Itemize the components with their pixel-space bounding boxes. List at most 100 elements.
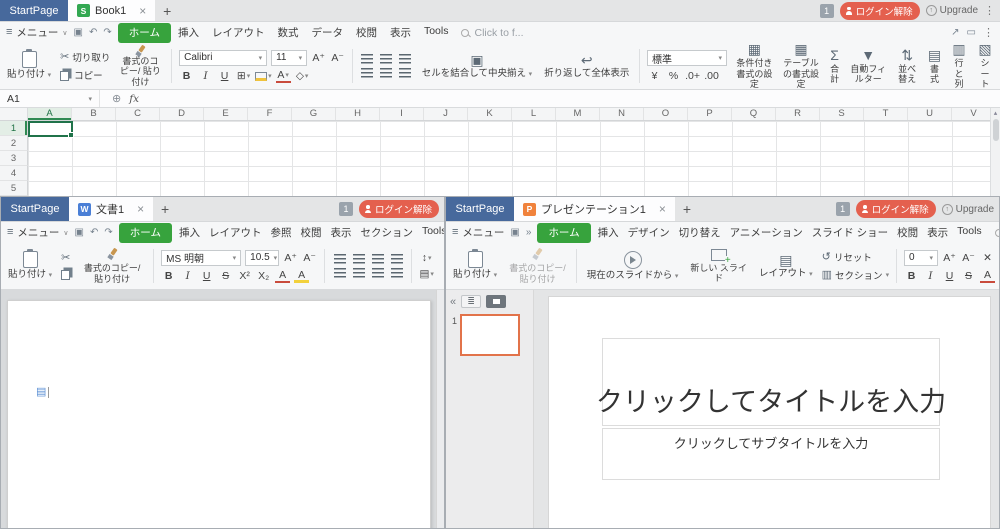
presentation-document-tab[interactable]: P プレゼンテーション1 × <box>514 197 675 221</box>
slide-list-item[interactable]: 1 <box>446 312 533 356</box>
number-format-button[interactable]: % <box>666 70 681 82</box>
select-all-corner[interactable] <box>0 108 28 120</box>
column-header[interactable]: O <box>644 108 688 120</box>
decrease-font-button[interactable]: A⁻ <box>330 52 345 64</box>
format-painter-button[interactable]: 書式のコピー/ 貼り付け <box>78 245 146 287</box>
close-tab-icon[interactable]: × <box>137 202 144 216</box>
cell-style-button[interactable]: ◇▾ <box>295 70 310 82</box>
slide-canvas[interactable]: クリックしてタイトルを入力 クリックしてサブタイトルを入力 <box>548 296 991 529</box>
font-color-button[interactable]: A▾ <box>276 70 291 83</box>
ribbon-tab[interactable]: 参照 <box>269 223 292 242</box>
logout-badge[interactable]: ログイン解除 <box>840 2 920 20</box>
increase-font-button[interactable]: A⁺ <box>311 52 326 64</box>
merge-center-button[interactable]: ▣ セルを結合して中央揃え ▾ <box>419 45 535 87</box>
save-icon[interactable]: ▣ <box>510 228 519 238</box>
ribbon-search[interactable]: Click to f... <box>461 27 523 39</box>
ribbon-big-button[interactable]: ▥ 行と列 <box>948 45 970 87</box>
number-format-button[interactable]: ¥ <box>647 70 662 82</box>
scissors-icon[interactable]: ✂ <box>61 253 72 264</box>
new-tab-button[interactable]: + <box>675 197 699 221</box>
strikethrough-button[interactable]: S <box>218 270 233 282</box>
font-family-select[interactable]: MS 明朝▾ <box>161 250 241 266</box>
align-bottom-button[interactable] <box>398 54 413 64</box>
cell-name-box[interactable]: A1▾ <box>0 90 100 107</box>
row-header[interactable]: 4 <box>0 166 28 181</box>
vertical-scrollbar[interactable]: ▴ <box>990 108 1000 196</box>
close-tab-icon[interactable]: × <box>139 4 146 18</box>
bold-button[interactable]: B <box>161 270 176 282</box>
ribbon-tab[interactable]: Tools <box>421 223 444 242</box>
font-size-select[interactable]: 10.5▾ <box>245 250 279 266</box>
copy-icon[interactable] <box>61 270 70 280</box>
indent-increase-button[interactable] <box>389 254 404 264</box>
clear-format-button[interactable]: ✕ <box>980 252 995 264</box>
play-from-current-slide-button[interactable]: 現在のスライドから ▾ <box>584 245 682 287</box>
menu-button[interactable]: ≡メニュー <box>452 225 504 240</box>
window-layout-icon[interactable]: ▭ <box>967 28 976 38</box>
column-header[interactable]: D <box>160 108 204 120</box>
column-header[interactable]: N <box>600 108 644 120</box>
align-right-button[interactable] <box>370 268 385 278</box>
paste-button[interactable]: 貼り付け ▾ <box>4 45 54 87</box>
paste-button[interactable]: 貼り付け ▾ <box>5 245 55 287</box>
column-header[interactable]: M <box>556 108 600 120</box>
column-header[interactable]: G <box>292 108 336 120</box>
underline-button[interactable]: U <box>217 70 232 82</box>
avatar[interactable]: 1 <box>836 202 850 216</box>
italic-button[interactable]: I <box>180 270 195 282</box>
vertical-scrollbar[interactable] <box>436 290 444 529</box>
start-page-tab[interactable]: StartPage <box>0 0 68 21</box>
formula-input[interactable] <box>139 90 1000 107</box>
bold-button[interactable]: B <box>179 70 194 82</box>
new-slide-button[interactable]: 新しい スライド <box>687 245 750 287</box>
decrease-font-button[interactable]: A⁻ <box>302 252 317 264</box>
tab-home[interactable]: ホーム <box>119 223 172 243</box>
column-header[interactable]: B <box>72 108 116 120</box>
logout-badge[interactable]: ログイン解除 <box>359 200 439 218</box>
section-button[interactable]: ▥セクション▾ <box>822 268 889 282</box>
column-header[interactable]: S <box>820 108 864 120</box>
align-left-button[interactable] <box>332 268 347 278</box>
more-icon[interactable]: ⋮ <box>983 26 994 39</box>
number-format-select[interactable]: 標準▾ <box>647 50 727 66</box>
number-format-button[interactable]: .00 <box>704 70 719 82</box>
cell-grid[interactable] <box>28 121 1000 196</box>
outline-view-toggle[interactable]: ≣ <box>461 295 481 308</box>
font-color-button[interactable]: A <box>275 270 290 283</box>
column-header[interactable]: K <box>468 108 512 120</box>
row-header[interactable]: 1 <box>0 121 28 136</box>
font-family-select[interactable]: Calibri▾ <box>179 50 267 66</box>
ribbon-tab[interactable]: Tools <box>423 23 450 42</box>
undo-icon[interactable]: ↶ <box>89 28 97 38</box>
column-header[interactable]: T <box>864 108 908 120</box>
new-tab-button[interactable]: + <box>153 197 177 221</box>
column-header[interactable]: C <box>116 108 160 120</box>
wrap-text-button[interactable]: ↩ 折り返して全体表示 <box>541 45 632 87</box>
bold-button[interactable]: B <box>904 270 919 282</box>
ribbon-tab[interactable]: セクション <box>359 223 414 242</box>
ribbon-tab[interactable]: レイアウト <box>208 223 263 242</box>
ribbon-big-button[interactable]: ⇅ 並べ替え <box>894 45 921 87</box>
slide-layout-button[interactable]: ▤ レイアウト ▾ <box>756 245 816 287</box>
undo-icon[interactable]: ↶ <box>90 228 98 238</box>
align-center-button[interactable] <box>379 68 394 78</box>
row-header[interactable]: 5 <box>0 181 28 196</box>
ribbon-tab[interactable]: デザイン <box>627 223 671 242</box>
indent-decrease-button[interactable] <box>370 254 385 264</box>
ribbon-tab[interactable]: 切り替え <box>678 223 722 242</box>
ribbon-big-button[interactable]: Σ 合計 <box>826 45 843 87</box>
document-page[interactable]: ▤ <box>7 300 431 529</box>
column-header[interactable]: H <box>336 108 380 120</box>
ribbon-tab[interactable]: 挿入 <box>178 223 201 242</box>
menu-button[interactable]: ≡メニュー∨ <box>6 25 68 40</box>
more-icon[interactable]: ⋮ <box>984 4 995 17</box>
ribbon-big-button[interactable]: ▦ 条件付き書式の設定 <box>733 45 776 87</box>
column-header[interactable]: P <box>688 108 732 120</box>
column-header[interactable]: U <box>908 108 952 120</box>
ribbon-tab[interactable]: Tools <box>956 223 983 242</box>
redo-icon[interactable]: ↷ <box>104 228 112 238</box>
column-header[interactable]: J <box>424 108 468 120</box>
column-header[interactable]: F <box>248 108 292 120</box>
ribbon-tab[interactable]: 表示 <box>389 23 412 42</box>
upgrade-button[interactable]: ↑Upgrade <box>926 5 978 16</box>
